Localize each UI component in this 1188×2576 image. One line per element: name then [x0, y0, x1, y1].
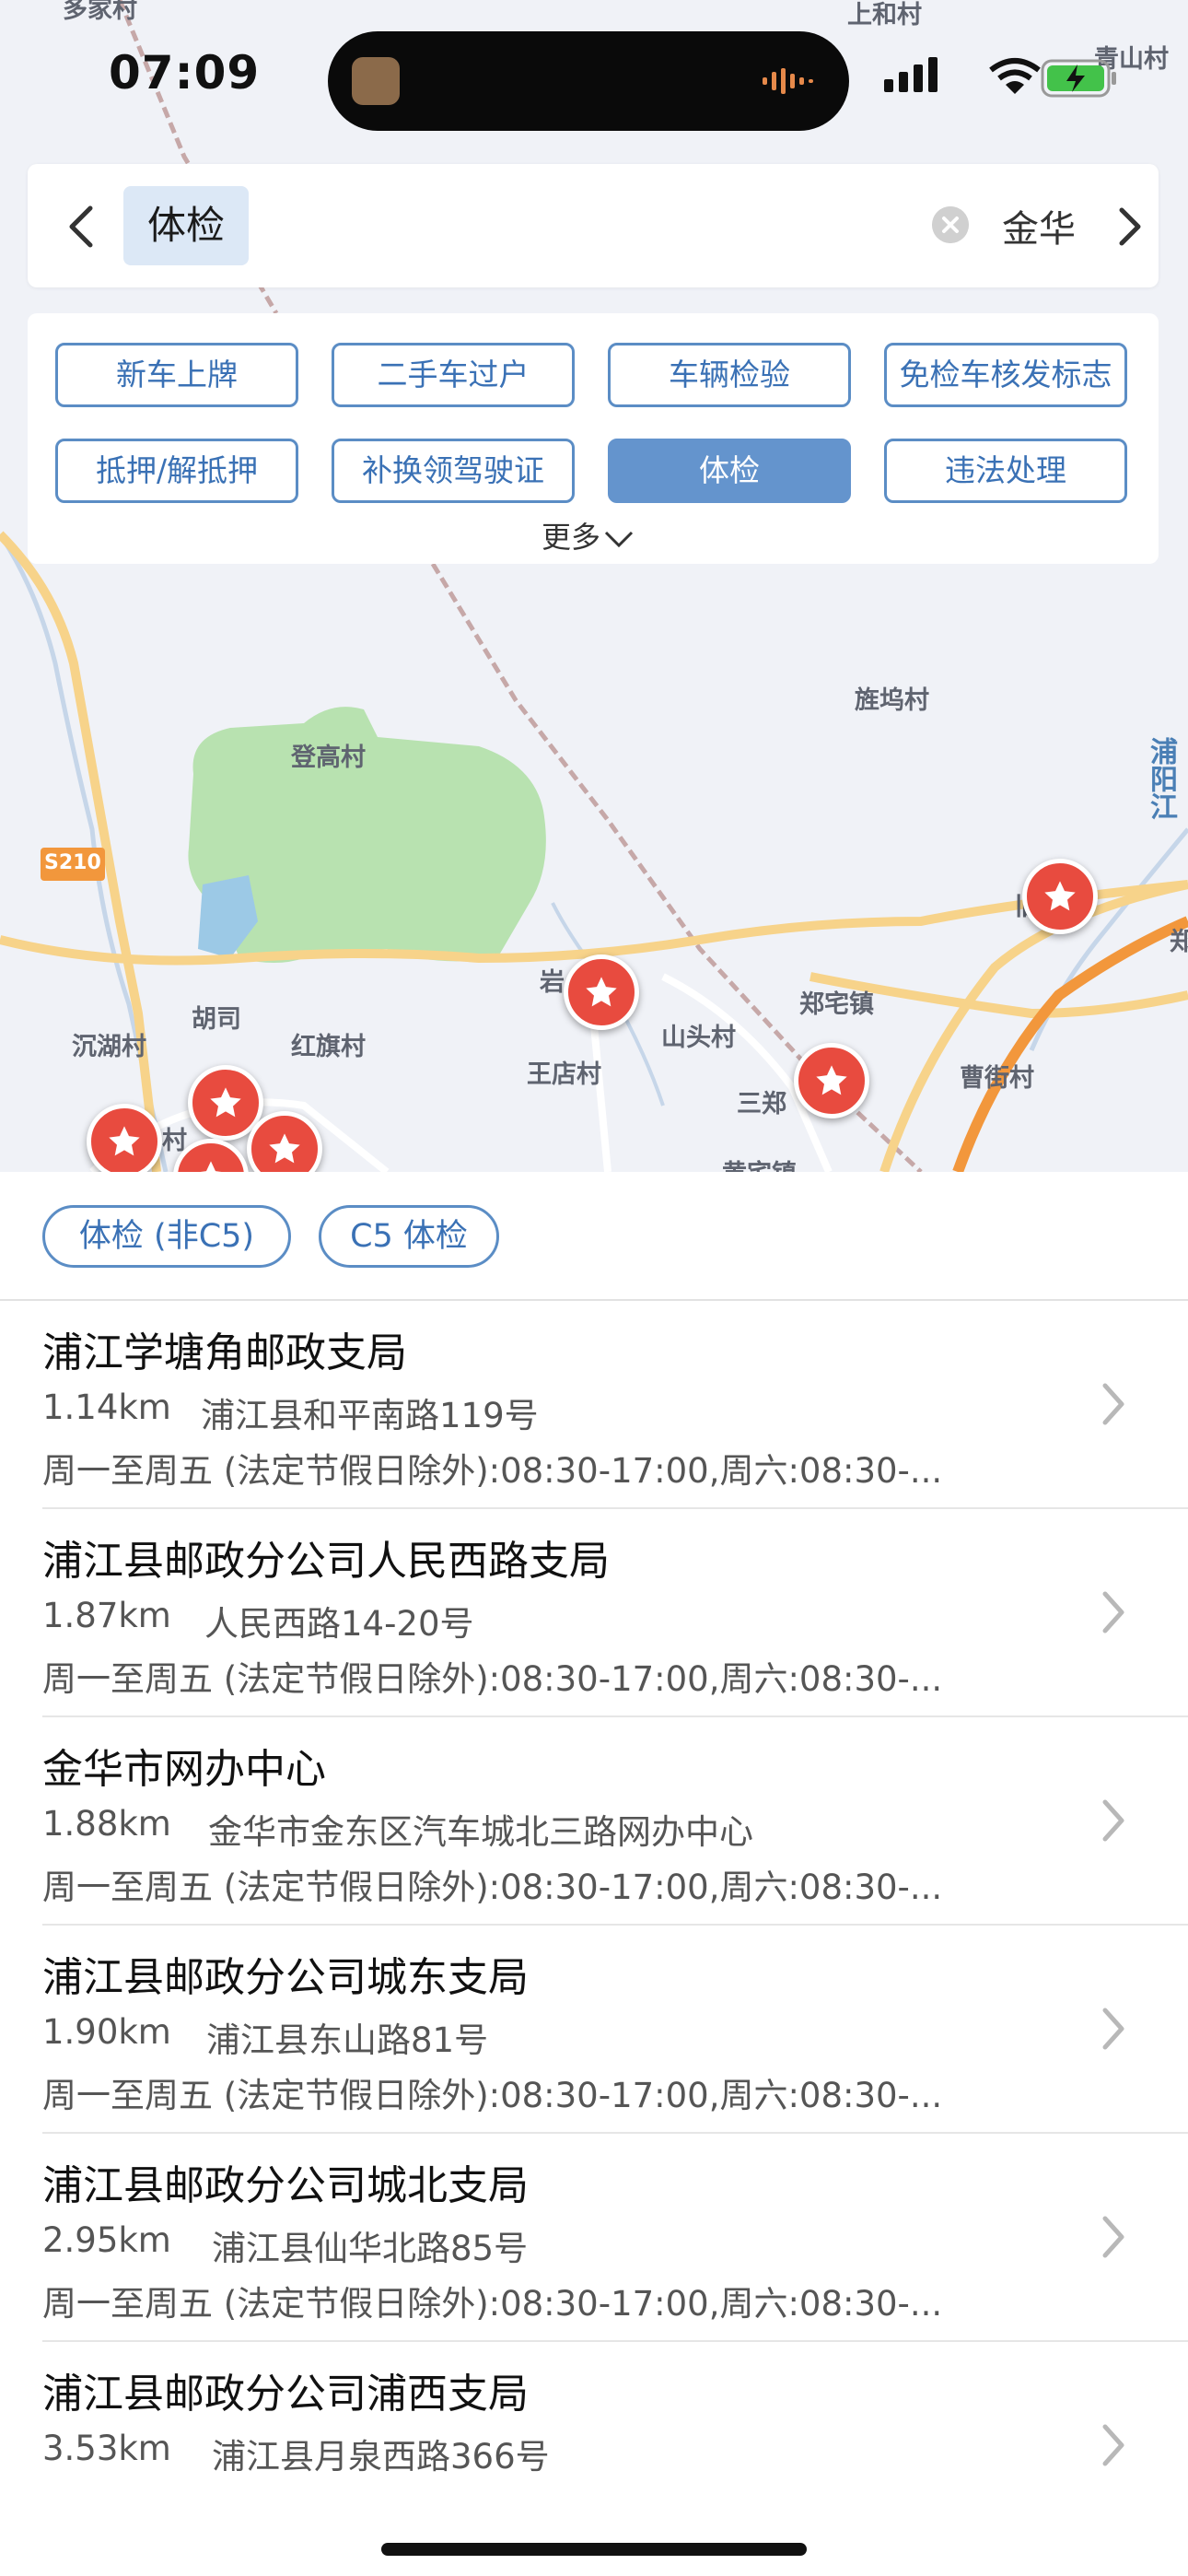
- audio-wave-icon: [763, 68, 813, 94]
- location-hours: 周一至周五 (法定节假日除外):08:30-17:00,周六:08:30-...: [42, 2076, 943, 2115]
- chevron-down-icon: [604, 531, 634, 548]
- home-indicator[interactable]: [381, 2543, 807, 2556]
- star-icon: [269, 1133, 300, 1164]
- chevron-right-icon[interactable]: [1111, 203, 1147, 251]
- battery-icon: [1041, 59, 1116, 98]
- location-distance: 1.87km: [42, 1596, 171, 1635]
- star-icon: [109, 1126, 140, 1156]
- chevron-right-icon: [1102, 1591, 1124, 1633]
- list-item[interactable]: 浦江学塘角邮政支局 1.14km 浦江县和平南路119号 周一至周五 (法定节假…: [0, 1301, 1188, 1509]
- clear-icon[interactable]: [932, 206, 969, 243]
- map-pin[interactable]: [1022, 859, 1098, 934]
- more-button[interactable]: 更多: [542, 514, 637, 556]
- status-icons: [884, 57, 1116, 98]
- star-icon: [816, 1065, 847, 1095]
- location-hours: 周一至周五 (法定节假日除外):08:30-17:00,周六:08:30-...: [42, 1451, 943, 1491]
- more-label: 更多: [542, 520, 601, 555]
- map-label: 沉湖村: [72, 1033, 146, 1061]
- service-exempt-label[interactable]: 免检车核发标志: [884, 343, 1127, 407]
- chevron-right-icon: [1102, 2424, 1124, 2466]
- now-playing-thumbnail: [352, 57, 400, 105]
- service-category-panel: 新车上牌 二手车过户 车辆检验 免检车核发标志 抵押/解抵押 补换领驾驶证 体检…: [28, 313, 1159, 564]
- exam-type-tabs: 体检 (非C5) C5 体检: [0, 1172, 1188, 1301]
- location-distance: 3.53km: [42, 2429, 171, 2468]
- star-icon: [210, 1087, 241, 1118]
- service-vehicle-inspection[interactable]: 车辆检验: [608, 343, 851, 407]
- location-distance: 1.90km: [42, 2012, 171, 2052]
- service-used-transfer[interactable]: 二手车过户: [332, 343, 575, 407]
- location-name: 浦江县邮政分公司城东支局: [42, 1954, 529, 2001]
- service-new-plate[interactable]: 新车上牌: [55, 343, 298, 407]
- list-item[interactable]: 浦江县邮政分公司浦西支局 3.53km 浦江县月泉西路366号: [0, 2342, 1188, 2550]
- dynamic-island[interactable]: [328, 31, 849, 131]
- map-label: 山头村: [661, 1024, 736, 1052]
- search-bar: 体检 金华: [28, 164, 1159, 287]
- location-name: 浦江县邮政分公司城北支局: [42, 2162, 529, 2209]
- service-physical-exam[interactable]: 体检: [608, 439, 851, 503]
- star-icon: [200, 1161, 222, 1172]
- list-item[interactable]: 浦江县邮政分公司城东支局 1.90km 浦江县东山路81号 周一至周五 (法定节…: [0, 1926, 1188, 2134]
- service-violation[interactable]: 违法处理: [884, 439, 1127, 503]
- map-label: 郑宅镇: [799, 990, 874, 1019]
- list-item[interactable]: 浦江县邮政分公司城北支局 2.95km 浦江县仙华北路85号 周一至周五 (法定…: [0, 2134, 1188, 2342]
- location-address: 浦江县东山路81号: [206, 2020, 489, 2060]
- location-hours: 周一至周五 (法定节假日除外):08:30-17:00,周六:08:30-...: [42, 1659, 943, 1699]
- map-label: 红旗村: [291, 1033, 366, 1061]
- map-label: 登高村: [291, 744, 366, 772]
- signal-icon: [884, 57, 938, 92]
- back-icon[interactable]: [55, 199, 111, 254]
- map-label: 旌坞村: [855, 686, 929, 715]
- chevron-right-icon: [1102, 2008, 1124, 2050]
- location-address: 人民西路14-20号: [204, 1604, 474, 1644]
- wifi-icon: [989, 58, 1041, 94]
- location-address: 浦江县月泉西路366号: [212, 2437, 550, 2476]
- map-label: S210: [44, 851, 101, 874]
- map-pin[interactable]: [564, 954, 639, 1030]
- map-label: 胡司: [192, 1005, 241, 1034]
- location-name: 浦江县邮政分公司人民西路支局: [42, 1538, 610, 1585]
- service-mortgage[interactable]: 抵押/解抵押: [55, 439, 298, 503]
- location-name: 金华市网办中心: [42, 1746, 326, 1793]
- map-label: 曹街村: [960, 1064, 1034, 1093]
- location-hours: 周一至周五 (法定节假日除外):08:30-17:00,周六:08:30-...: [42, 1868, 943, 1907]
- map-pin[interactable]: [87, 1104, 162, 1172]
- status-time: 07:09: [109, 46, 261, 100]
- location-hours: 周一至周五 (法定节假日除外):08:30-17:00,周六:08:30-...: [42, 2284, 943, 2324]
- location-name: 浦江学塘角邮政支局: [42, 1329, 407, 1376]
- map-label: 王店村: [527, 1060, 601, 1089]
- chevron-right-icon: [1102, 1799, 1124, 1842]
- location-distance: 1.88km: [42, 1804, 171, 1844]
- location-distance: 1.14km: [42, 1388, 171, 1427]
- location-address: 浦江县和平南路119号: [201, 1396, 539, 1435]
- map-label: 岩: [540, 968, 565, 997]
- map-pin[interactable]: [794, 1043, 869, 1118]
- map-label: 黄宅镇: [722, 1153, 797, 1172]
- location-distance: 2.95km: [42, 2220, 171, 2260]
- list-item[interactable]: 浦江县邮政分公司人民西路支局 1.87km 人民西路14-20号 周一至周五 (…: [0, 1509, 1188, 1717]
- chevron-right-icon: [1102, 1383, 1124, 1425]
- map-label: 浦阳江: [1145, 737, 1177, 820]
- star-icon: [586, 977, 617, 1007]
- location-name: 浦江县邮政分公司浦西支局: [42, 2371, 529, 2418]
- service-license-renew[interactable]: 补换领驾驶证: [332, 439, 575, 503]
- search-query-chip[interactable]: 体检: [123, 186, 250, 265]
- tab-c5[interactable]: C5 体检: [319, 1205, 499, 1268]
- star-icon: [1044, 881, 1076, 911]
- location-address: 金华市金东区汽车城北三路网办中心: [208, 1812, 753, 1852]
- list-item[interactable]: 金华市网办中心 1.88km 金华市金东区汽车城北三路网办中心 周一至周五 (法…: [0, 1717, 1188, 1926]
- map-label: 郑: [1170, 928, 1188, 956]
- status-bar: 07:09: [0, 0, 1188, 157]
- chevron-right-icon: [1102, 2216, 1124, 2258]
- location-address: 浦江县仙华北路85号: [212, 2229, 529, 2268]
- city-selector[interactable]: 金华: [1002, 199, 1076, 252]
- map-label: 三郑: [737, 1090, 786, 1118]
- tab-non-c5[interactable]: 体检 (非C5): [42, 1205, 291, 1268]
